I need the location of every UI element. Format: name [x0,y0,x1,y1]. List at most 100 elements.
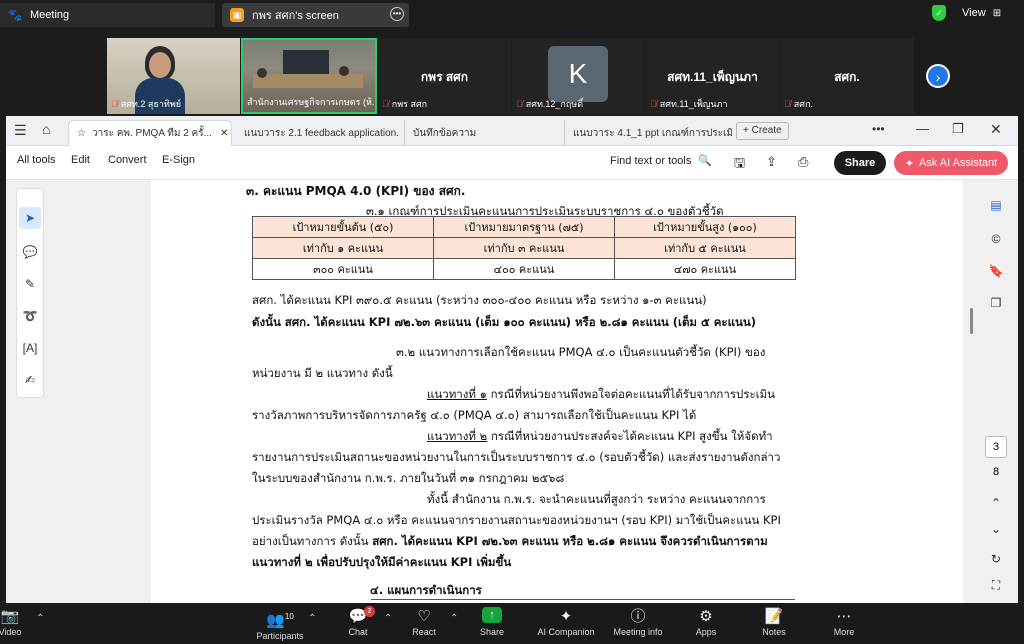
ai-companion-button[interactable]: ✦ AI Companion [536,607,596,637]
draw-icon[interactable]: ➰ [19,305,41,327]
video-button[interactable]: 📷 Video [0,607,40,637]
search-icon: 🔍 [698,155,713,167]
ai-sparkle-icon: ✦ [559,608,573,625]
pdf-viewer-window: ☰ ⌂ ☆ วาระ คพ. PMQA ทีม 2 ครั้... ✕ แนบว… [6,116,1018,603]
bookmark-icon[interactable]: 🔖 [984,260,1008,282]
heart-icon: ♡ [417,608,431,625]
upload-icon[interactable]: ⇪ [766,154,777,170]
refresh-icon[interactable]: ↻ [984,548,1008,570]
participants-button[interactable]: 👥10 Participants [250,607,310,641]
share-button[interactable]: Share [834,151,886,175]
close-tab-icon[interactable]: ✕ [220,128,228,139]
participant-gallery: 🎙̸ สศท.2 สุธาทิพย์ สำนักงานเศรษฐกิจการเกษ… [0,30,1024,116]
menu-icon[interactable]: ☰ [14,122,27,139]
approach-2-text: กรณีที่หน่วยงานประสงค์จะได้คะแนน KPI สูง… [490,429,773,443]
right-tool-panel: ▤ © 🔖 ❐ 3 8 ⌃ ⌄ ↻ ⛶ [978,188,1014,603]
mic-muted-icon: 🎙̸ [650,99,657,109]
react-button[interactable]: ♡ React [394,607,454,637]
section-3-2-text-cont: หน่วยงาน มี ๒ แนวทาง ดังนี้ [252,366,393,380]
chat-options-icon[interactable]: ⌃ [384,613,392,624]
participant-name: 🎙̸ สศท.11_เพ็ญนภา [650,99,728,109]
participant-title: สศก. [834,70,860,84]
participant-tile[interactable]: 🎙̸ สศท.2 สุธาทิพย์ [107,38,240,114]
apps-button[interactable]: ⚙ Apps [676,607,736,637]
react-options-icon[interactable]: ⌃ [450,613,458,624]
table-cell: เป้าหมายมาตรฐาน (๗๕) [433,216,615,238]
participant-tile-active-speaker[interactable]: สำนักงานเศรษฐกิจการเกษตร (ห้... [241,38,377,114]
comment-icon[interactable]: 💬 [19,241,41,263]
fit-page-icon[interactable]: ⛶ [984,574,1008,596]
mic-muted-icon: 🎙̸ [382,99,389,109]
minimize-icon[interactable]: — [916,121,929,136]
participants-options-icon[interactable]: ⌃ [308,613,316,624]
security-shield-icon[interactable]: ✓ [932,5,946,21]
scrollbar-thumb[interactable] [970,308,973,334]
more-icon: ⋯ [836,608,852,625]
more-options-icon[interactable]: ••• [390,7,404,21]
section-3-2-text: ๓.๒ แนวทางการเลือกใช้คะแนน PMQA ๔.๐ เป็น… [396,345,766,359]
ai-sparkle-icon: ✦ [904,157,914,170]
fill-sign-icon[interactable]: ✍ [19,369,41,391]
view-button[interactable]: View ⊞ [962,7,1001,19]
esign-menu[interactable]: E-Sign [162,154,195,166]
more-button[interactable]: ⋯ More [814,607,874,637]
grid-icon: ⊞ [992,8,1002,19]
mic-muted-icon: 🎙̸ [784,99,791,109]
create-tab-button[interactable]: + Create [736,122,789,140]
tab-pmqa[interactable]: ☆ วาระ คพ. PMQA ทีม 2 ครั้... ✕ [68,120,232,146]
home-icon[interactable]: ⌂ [42,121,50,137]
chat-button[interactable]: 💬 Chat [328,607,388,637]
save-icon[interactable]: 🖫 [734,154,745,176]
text-select-icon[interactable]: [A] [19,337,41,359]
restore-icon[interactable]: ❐ [952,121,964,137]
more-menu-icon[interactable]: ••• [872,122,885,136]
participant-tile[interactable]: สศท.11_เพ็ญนภา 🎙̸ สศท.11_เพ็ญนภา [646,38,779,114]
participant-name: 🎙̸ สศท.2 สุธาทิพย์ [111,99,182,109]
tab-agenda-4[interactable]: แนบวาระ 4.1_1 ppt เกณฑ์การประเมิน ... [564,120,732,146]
participant-title: สศท.11_เพ็ญนภา [667,70,758,84]
pages-icon[interactable]: ❐ [984,292,1008,314]
all-tools-menu[interactable]: All tools [17,154,56,166]
page-up-icon[interactable]: ⌃ [984,492,1008,514]
video-options-icon[interactable]: ⌃ [36,613,44,624]
ask-ai-button[interactable]: ✦ Ask AI Assistant [894,151,1008,175]
edit-menu[interactable]: Edit [71,154,90,166]
score-conclusion-line: ดังนั้น สศก. ได้คะแนน KPI ๗๒.๖๓ คะแนน (เ… [252,315,756,329]
participant-tile[interactable]: สศก. 🎙̸ สศก. [780,38,914,114]
ai-summary-icon[interactable]: ▤ [984,194,1008,216]
apps-icon: ⚙ [699,608,713,625]
print-icon[interactable]: ⎙ [798,154,808,170]
tab-feedback[interactable]: แนบวาระ 2.1 feedback application... [236,120,398,146]
tab-memo[interactable]: บันทึกข้อความ [404,120,554,146]
notes-button[interactable]: 📝 Notes [744,607,804,637]
paw-icon: 🐾 [7,8,23,22]
page-down-icon[interactable]: ⌄ [984,518,1008,540]
highlight-pen-icon[interactable]: ✎ [19,273,41,295]
chat-icon: 💬 [348,608,368,625]
close-window-icon[interactable]: ✕ [990,121,1002,138]
next-page-button[interactable]: › [926,64,950,88]
table-cell: เท่ากับ ๑ คะแนน [252,237,434,259]
screen-share-icon: ▣ [230,8,244,22]
participant-tile[interactable]: K 🎙̸ สศท.12_กฤษดิ์ [512,38,645,114]
approach-2-cont-2: ในระบบของสำนักงาน ก.พ.ร. ภายในวันที่ ๓๑ … [252,471,565,485]
star-icon[interactable]: ☆ [77,128,86,139]
shared-screen-tab[interactable]: ▣ กพร สศก's screen ••• [222,3,409,27]
meeting-info-button[interactable]: ⓘ Meeting info [608,607,668,637]
view-label: View [962,7,986,19]
participants-icon: 👥10 [266,612,294,629]
table-cell: ๓๐๐ คะแนน [252,258,434,280]
info-icon: ⓘ [630,608,646,625]
convert-menu[interactable]: Convert [108,154,147,166]
meeting-tab[interactable]: 🐾 Meeting [0,3,215,27]
find-tools-field[interactable]: Find text or tools 🔍 [610,154,712,167]
approach-1-text: กรณีที่หน่วยงานพึงพอใจต่อคะแนนที่ได้รับจ… [490,387,776,401]
participant-tile[interactable]: กพร สศก 🎙̸ กพร สศก [378,38,511,114]
comment-panel-icon[interactable]: © [984,228,1008,250]
select-cursor-icon[interactable]: ➤ [19,207,41,229]
chat-badge: 2 [364,606,375,617]
share-screen-button[interactable]: ↑ Share [462,607,522,637]
current-page-box[interactable]: 3 [985,436,1007,458]
table-cell: ๔๐๐ คะแนน [433,258,615,280]
score-summary-line: สศก. ได้คะแนน KPI ๓๙๐.๕ คะแนน (ระหว่าง ๓… [252,293,707,307]
